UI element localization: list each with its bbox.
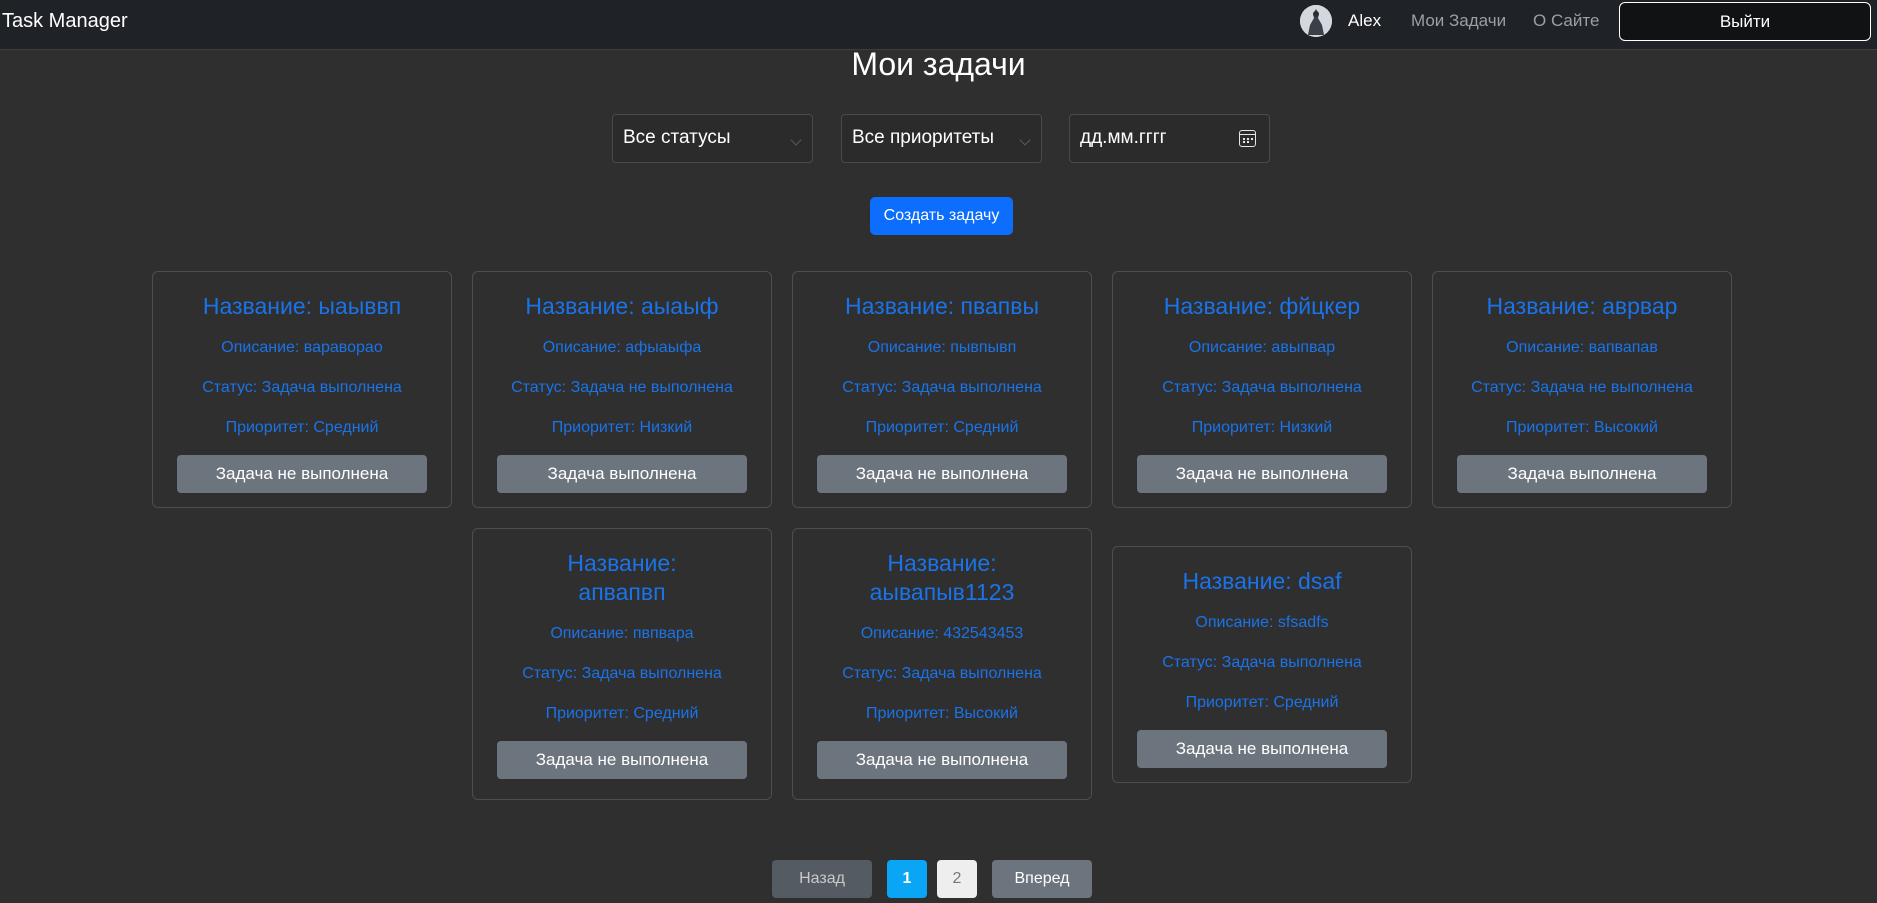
calendar-icon[interactable] [1239,130,1256,147]
avatar-image-icon [1300,5,1332,37]
pagination-page-1[interactable]: 1 [887,860,927,898]
task-card: Название: апвапвп Описание: пвпвара Стат… [472,528,772,800]
task-card: Название: фйцкер Описание: авыпвар Стату… [1112,271,1412,508]
task-title: Название: аывапыв1123 [869,550,1015,605]
task-priority: Приоритет: Высокий [1506,419,1658,436]
avatar[interactable] [1300,5,1332,37]
toggle-status-button[interactable]: Задача не выполнена [1137,455,1387,493]
toggle-status-button[interactable]: Задача не выполнена [817,741,1067,779]
pagination-prev-button[interactable]: Назад [772,860,872,898]
nav-link-my-tasks[interactable]: Мои Задачи [1411,11,1506,31]
task-description: Описание: sfsadfs [1195,614,1329,631]
logout-button[interactable]: Выйти [1619,2,1871,41]
task-priority: Приоритет: Средний [225,419,379,436]
task-description: Описание: вапвапав [1506,339,1658,356]
task-priority: Приоритет: Низкий [551,419,693,436]
status-filter-select[interactable]: Все статусы [612,114,813,163]
pagination-next-button[interactable]: Вперед [992,860,1092,898]
date-filter-input[interactable]: дд.мм.гггг [1069,114,1270,163]
task-card: Название: аывапыв1123 Описание: 43254345… [792,528,1092,800]
task-description: Описание: пывпывп [867,339,1017,356]
nav-link-about[interactable]: О Сайте [1533,11,1599,31]
task-title: Название: апвапвп [567,550,677,605]
toggle-status-button[interactable]: Задача не выполнена [497,741,747,779]
task-card: Название: dsaf Описание: sfsadfs Статус:… [1112,546,1412,783]
task-description: Описание: пвпвара [550,625,694,642]
task-title: Название: аврвар [1486,293,1678,319]
toggle-status-button[interactable]: Задача не выполнена [177,455,427,493]
date-filter-placeholder: дд.мм.гггг [1080,127,1167,148]
task-card: Название: ыаыввп Описание: вараворао Ста… [152,271,452,508]
priority-filter-value: Все приоритеты [852,127,995,148]
task-status: Статус: Задача не выполнена [1471,379,1693,396]
task-title: Название: пвапвы [845,293,1039,319]
task-description: Описание: афыаыфа [542,339,702,356]
chevron-down-icon [790,134,802,146]
create-task-button[interactable]: Создать задачу [870,197,1013,235]
task-title: Название: ыаыввп [202,293,402,319]
task-status: Статус: Задача выполнена [202,379,402,396]
nav-username: Alex [1348,11,1382,30]
toggle-status-button[interactable]: Задача выполнена [497,455,747,493]
page-title: Мои задачи [851,46,1026,82]
chevron-down-icon [1019,134,1031,146]
toggle-status-button[interactable]: Задача не выполнена [817,455,1067,493]
task-priority: Приоритет: Средний [1185,694,1339,711]
task-description: Описание: 432543453 [860,625,1024,642]
task-priority: Приоритет: Средний [545,705,699,722]
toggle-status-button[interactable]: Задача выполнена [1457,455,1707,493]
brand-link[interactable]: Task Manager [2,10,128,33]
task-status: Статус: Задача выполнена [522,665,722,682]
task-description: Описание: авыпвар [1188,339,1336,356]
task-card: Название: аыаыф Описание: афыаыфа Статус… [472,271,772,508]
task-priority: Приоритет: Высокий [866,705,1018,722]
status-filter-value: Все статусы [623,127,731,148]
task-status: Статус: Задача выполнена [1162,654,1362,671]
task-status: Статус: Задача не выполнена [511,379,733,396]
task-priority: Приоритет: Средний [865,419,1019,436]
pagination-page-2[interactable]: 2 [937,860,977,898]
task-title: Название: фйцкер [1163,293,1361,319]
priority-filter-select[interactable]: Все приоритеты [841,114,1042,163]
task-priority: Приоритет: Низкий [1191,419,1333,436]
task-status: Статус: Задача выполнена [1162,379,1362,396]
task-status: Статус: Задача выполнена [842,379,1042,396]
toggle-status-button[interactable]: Задача не выполнена [1137,730,1387,768]
task-description: Описание: вараворао [221,339,383,356]
task-card: Название: пвапвы Описание: пывпывп Стату… [792,271,1092,508]
task-card: Название: аврвар Описание: вапвапав Стат… [1432,271,1732,508]
task-status: Статус: Задача выполнена [842,665,1042,682]
task-title: Название: dsaf [1182,568,1342,594]
navbar: Task Manager Alex Мои Задачи О Сайте Вый… [0,0,1877,50]
task-title: Название: аыаыф [525,293,719,319]
